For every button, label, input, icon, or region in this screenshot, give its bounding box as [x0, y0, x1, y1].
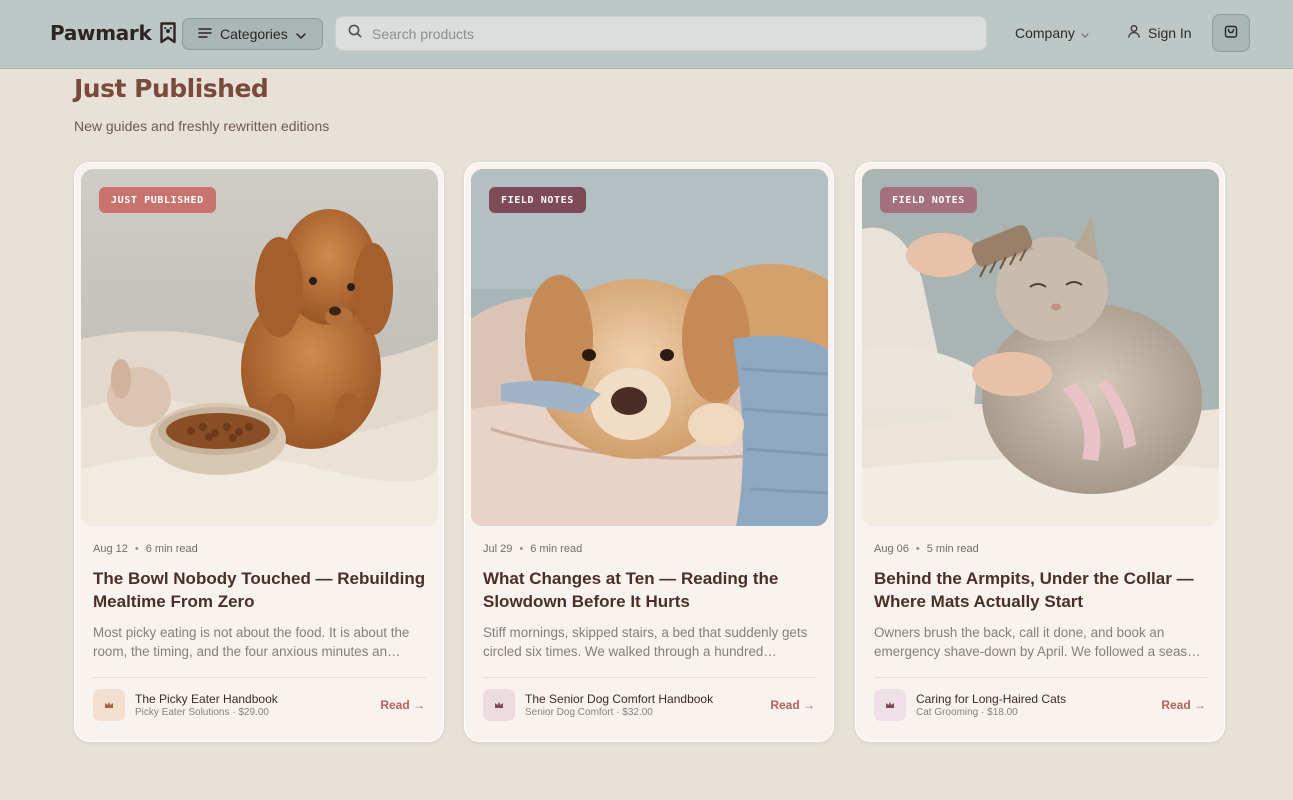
card-read-time: 6 min read — [145, 543, 198, 555]
card-tag: FIELD NOTES — [489, 187, 586, 213]
card-title[interactable]: The Bowl Nobody Touched — Rebuilding Mea… — [93, 567, 428, 613]
puppy-with-food-bowl-photo: JUST PUBLISHED — [81, 169, 438, 526]
cart-button[interactable] — [1212, 14, 1250, 52]
article-card[interactable]: FIELD NOTES Aug 06 • 5 min read Behind t… — [855, 162, 1225, 742]
user-icon — [1127, 24, 1141, 41]
search-bar[interactable] — [335, 16, 987, 51]
chevron-down-icon — [1081, 25, 1089, 41]
menu-lines-icon — [198, 26, 212, 42]
product-category-price: Cat Grooming · $18.00 — [916, 707, 1018, 718]
product-category-price: Senior Dog Comfort · $32.00 — [525, 707, 653, 718]
search-icon — [348, 24, 362, 43]
card-meta: Aug 06 • 5 min read — [874, 543, 979, 555]
card-meta: Aug 12 • 6 min read — [93, 543, 198, 555]
crown-icon — [885, 696, 895, 714]
read-link[interactable]: Read → — [380, 698, 425, 712]
read-link[interactable]: Read → — [1161, 698, 1206, 712]
brand-logo[interactable]: Pawmark — [50, 21, 176, 45]
card-divider — [483, 677, 816, 678]
card-date: Jul 29 — [483, 543, 513, 555]
product-name: The Picky Eater Handbook — [135, 692, 278, 706]
card-excerpt: Stiff mornings, skipped stairs, a bed th… — [483, 625, 808, 659]
section-subtitle: New guides and freshly rewritten edition… — [74, 118, 330, 134]
card-title[interactable]: What Changes at Ten — Reading the Slowdo… — [483, 567, 818, 613]
meta-separator-dot: • — [915, 543, 920, 555]
card-excerpt: Owners brush the back, call it done, and… — [874, 625, 1201, 659]
meta-separator-dot: • — [134, 543, 139, 555]
long-haired-cat-brushing-photo: FIELD NOTES — [862, 169, 1219, 526]
brand-name: Pawmark — [50, 21, 152, 45]
section-title: Just Published — [74, 74, 269, 103]
crown-icon — [494, 696, 504, 714]
product-thumbnail — [93, 689, 125, 721]
read-link[interactable]: Read → — [770, 698, 815, 712]
article-card[interactable]: JUST PUBLISHED Aug 12 • 6 min read The B… — [74, 162, 444, 742]
card-meta: Jul 29 • 6 min read — [483, 543, 582, 555]
card-divider — [874, 677, 1207, 678]
card-tag: FIELD NOTES — [880, 187, 977, 213]
sign-in-link[interactable]: Sign In — [1127, 24, 1192, 41]
card-read-time: 5 min read — [926, 543, 979, 555]
categories-button[interactable]: Categories — [182, 18, 323, 50]
senior-golden-retriever-photo: FIELD NOTES — [471, 169, 828, 526]
shopping-bag-icon — [1223, 23, 1239, 44]
article-card[interactable]: FIELD NOTES Jul 29 • 6 min read What Cha… — [464, 162, 834, 742]
card-date: Aug 12 — [93, 543, 128, 555]
card-divider — [93, 677, 426, 678]
search-input[interactable] — [372, 25, 932, 42]
card-title[interactable]: Behind the Armpits, Under the Collar — W… — [874, 567, 1209, 613]
categories-label: Categories — [220, 26, 288, 42]
chevron-down-icon — [295, 26, 306, 42]
product-name: The Senior Dog Comfort Handbook — [525, 692, 714, 706]
company-menu[interactable]: Company — [1015, 25, 1089, 41]
product-thumbnail — [483, 689, 515, 721]
top-navigation-bar: Pawmark Categories Company — [0, 0, 1293, 69]
card-excerpt: Most picky eating is not about the food.… — [93, 625, 410, 659]
bookmark-paw-icon — [159, 22, 176, 44]
product-category-price: Picky Eater Solutions · $29.00 — [135, 707, 269, 718]
sign-in-label: Sign In — [1148, 24, 1192, 41]
card-read-time: 6 min read — [530, 543, 583, 555]
product-name: Caring for Long-Haired Cats — [916, 692, 1067, 706]
crown-icon — [104, 696, 114, 714]
product-thumbnail — [874, 689, 906, 721]
company-label: Company — [1015, 25, 1075, 41]
card-date: Aug 06 — [874, 543, 909, 555]
card-tag: JUST PUBLISHED — [99, 187, 216, 213]
meta-separator-dot: • — [519, 543, 524, 555]
